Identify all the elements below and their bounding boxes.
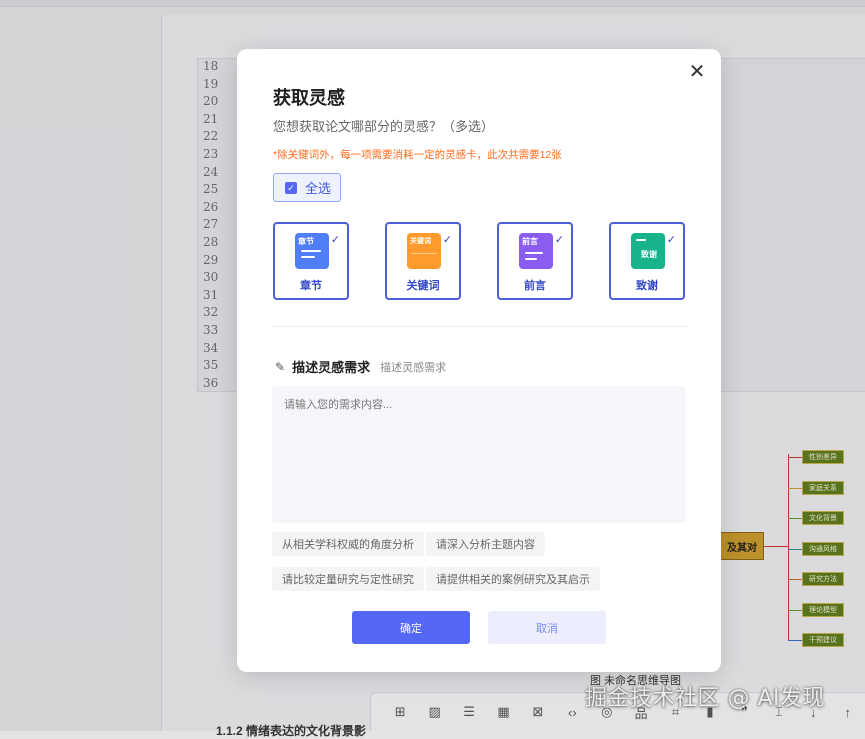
card-keyword[interactable]: ✓ 关键词 关键词 [385,222,461,300]
confirm-button[interactable]: 确定 [352,611,470,644]
dialog-title: 获取灵感 [273,88,345,108]
icon-tag: 章节 [298,237,314,246]
card-label: 章节 [300,280,322,292]
select-all-checkbox[interactable]: ✓ 全选 [273,173,341,202]
requirement-input[interactable] [272,386,686,523]
checkmark-icon: ✓ [666,234,676,246]
suggestion-chip[interactable]: 请比较定量研究与定性研究 [272,567,424,591]
suggestion-chip[interactable]: 从相关学科权威的角度分析 [272,532,424,556]
section-cards: ✓ 章节 章节 ✓ 关键词 关键词 ✓ 前言 前言 ✓ 致谢 致谢 [273,222,687,300]
describe-title: 描述灵感需求 [292,360,371,375]
cost-note: *除关键词外，每一项需要消耗一定的灵感卡，此次共需要12张 [273,149,562,161]
checkmark-icon: ✓ [330,234,340,246]
select-all-label: 全选 [305,181,332,196]
describe-hint: 描述灵感需求 [380,361,447,374]
icon-tag: 前言 [522,237,538,246]
checkmark-icon: ✓ [442,234,452,246]
describe-header: ✎ 描述灵感需求 描述灵感需求 [275,357,446,376]
card-chapter[interactable]: ✓ 章节 章节 [273,222,349,300]
suggestion-chip[interactable]: 请深入分析主题内容 [426,532,545,556]
keyword-icon: 关键词 [407,233,441,269]
preface-icon: 前言 [519,233,553,269]
card-thanks[interactable]: ✓ 致谢 致谢 [609,222,685,300]
divider [273,326,687,327]
card-label: 关键词 [406,280,440,292]
checkmark-icon: ✓ [554,234,564,246]
card-preface[interactable]: ✓ 前言 前言 [497,222,573,300]
inspiration-dialog: ✕ 获取灵感 您想获取论文哪部分的灵感？（多选） *除关键词外，每一项需要消耗一… [237,49,721,672]
pencil-icon: ✎ [275,359,286,374]
checkbox-check-icon: ✓ [285,181,297,194]
close-icon[interactable]: ✕ [687,62,707,82]
chapter-icon: 章节 [295,233,329,269]
thanks-icon: 致谢 [631,233,665,269]
card-label: 致谢 [636,280,658,292]
card-label: 前言 [524,280,546,292]
icon-tag: 关键词 [410,238,431,245]
dialog-subtitle: 您想获取论文哪部分的灵感？（多选） [273,119,495,134]
cancel-button[interactable]: 取消 [488,611,606,644]
suggestion-chip[interactable]: 请提供相关的案例研究及其启示 [426,567,600,591]
icon-tag: 致谢 [641,250,657,259]
